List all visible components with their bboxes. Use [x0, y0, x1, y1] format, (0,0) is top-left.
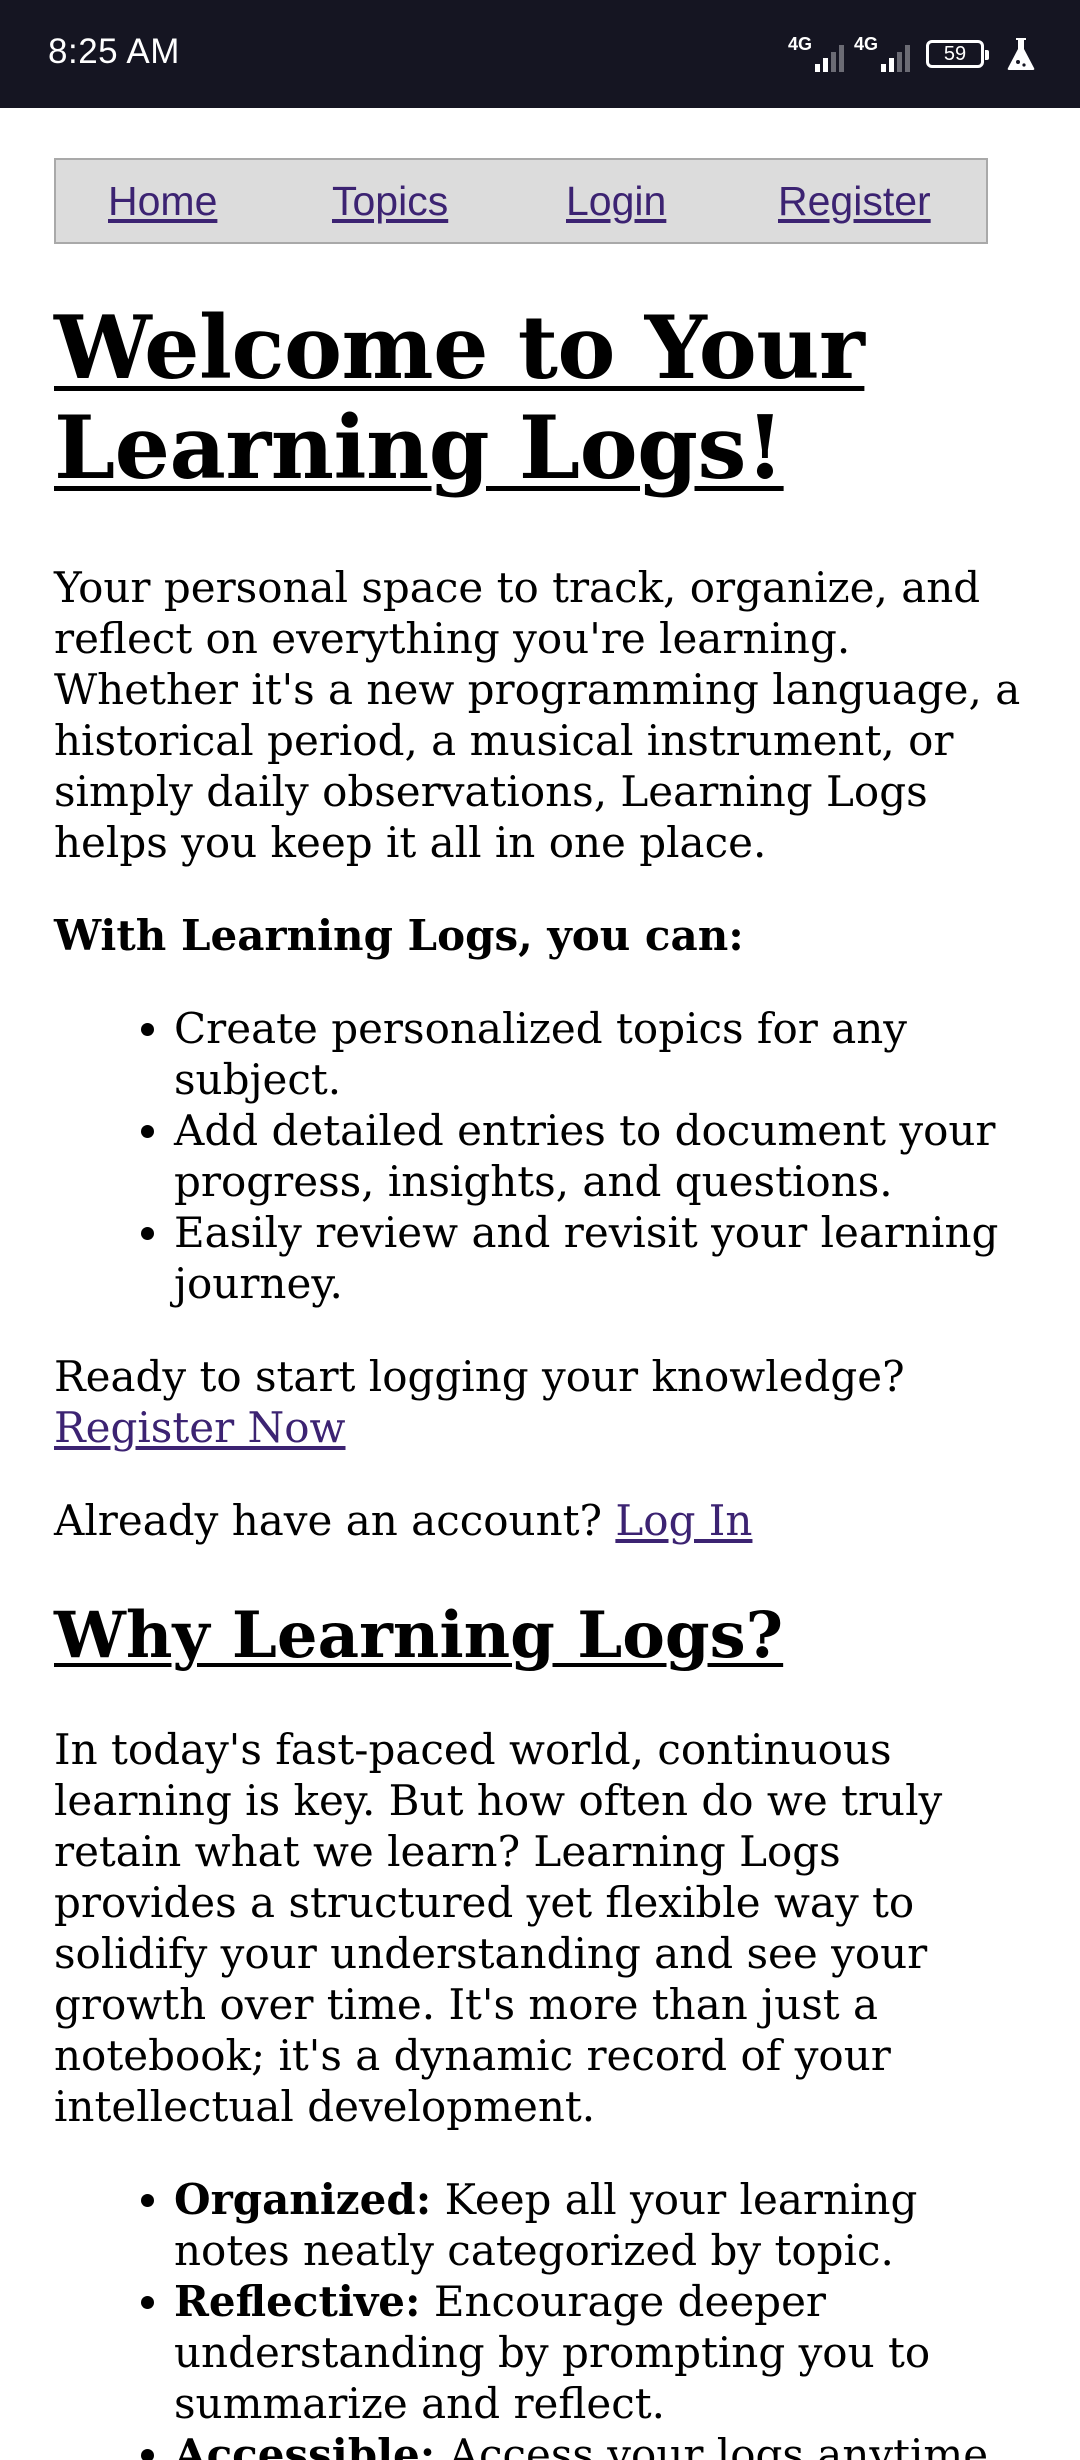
list-item: Add detailed entries to document your pr… — [174, 1105, 1034, 1207]
benefit-term: Accessible: — [174, 2430, 436, 2460]
nav-link-topics[interactable]: Topics — [332, 178, 448, 225]
status-time: 8:25 AM — [48, 32, 180, 71]
register-now-link[interactable]: Register Now — [54, 1403, 346, 1452]
features-list: Create personalized topics for any subje… — [54, 1003, 1034, 1309]
flask-icon — [1007, 38, 1035, 70]
login-prompt-text: Already have an account? — [54, 1496, 603, 1545]
features-heading: With Learning Logs, you can: — [54, 911, 744, 960]
page-title: Welcome to Your Learning Logs! — [54, 296, 865, 499]
nav-link-register[interactable]: Register — [778, 178, 931, 225]
intro-paragraph: Your personal space to track, organize, … — [54, 563, 1021, 867]
benefit-term: Reflective: — [174, 2277, 421, 2326]
list-item: Organized: Keep all your learning notes … — [174, 2174, 1034, 2276]
benefits-list: Organized: Keep all your learning notes … — [54, 2174, 1034, 2460]
nav-link-login[interactable]: Login — [566, 178, 666, 225]
status-bar: 8:25 AM 4G 4G 59 — [0, 0, 1080, 108]
nav-link-home[interactable]: Home — [108, 178, 217, 225]
network-type-label: 4G — [854, 34, 879, 54]
why-heading: Why Learning Logs? — [54, 1598, 784, 1673]
main-content: Welcome to Your Learning Logs! Your pers… — [54, 298, 1034, 2460]
login-prompt-paragraph: Already have an account? Log In — [54, 1495, 1034, 1546]
status-icons: 4G 4G 59 — [788, 34, 1036, 74]
list-item: Reflective: Encourage deeper understandi… — [174, 2276, 1034, 2429]
log-in-link[interactable]: Log In — [615, 1496, 752, 1545]
signal-4g-icon: 4G — [788, 34, 844, 74]
register-prompt-text: Ready to start logging your knowledge? — [54, 1352, 905, 1401]
signal-4g-icon: 4G — [854, 34, 910, 74]
benefit-term: Organized: — [174, 2175, 432, 2224]
register-prompt-paragraph: Ready to start logging your knowledge? R… — [54, 1351, 1034, 1453]
why-paragraph: In today's fast-paced world, continuous … — [54, 1725, 943, 2131]
list-item: Accessible: Access your logs anytime, an… — [174, 2429, 1034, 2460]
list-item: Create personalized topics for any subje… — [174, 1003, 1034, 1105]
list-item: Easily review and revisit your learning … — [174, 1207, 1034, 1309]
battery-icon: 59 — [926, 40, 989, 68]
network-type-label: 4G — [788, 34, 813, 54]
battery-level: 59 — [943, 42, 967, 65]
top-nav: Home Topics Login Register — [54, 158, 988, 244]
